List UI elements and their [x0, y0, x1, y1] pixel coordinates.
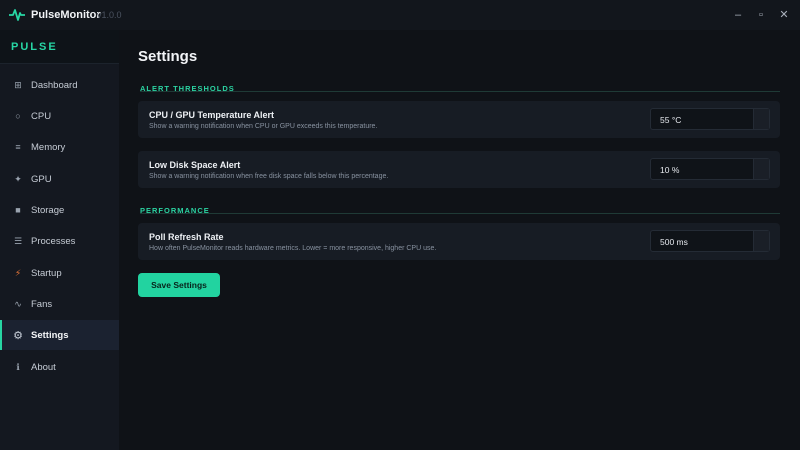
- setting-row-temperature-alert: CPU / GPU Temperature Alert Show a warni…: [138, 101, 780, 138]
- disk-space-threshold-input[interactable]: 10 %: [650, 158, 770, 180]
- gpu-icon: ✦: [14, 173, 22, 184]
- brand-header: PULSE: [0, 30, 119, 64]
- setting-description: Show a warning notification when free di…: [149, 173, 389, 180]
- sidebar-item-startup[interactable]: ⚡ Startup: [0, 258, 119, 288]
- setting-row-poll-refresh-rate: Poll Refresh Rate How often PulseMonitor…: [138, 223, 780, 260]
- section-performance: PERFORMANCE: [140, 200, 780, 215]
- setting-description: Show a warning notification when CPU or …: [149, 123, 378, 130]
- sidebar-item-label: GPU: [31, 173, 52, 185]
- sidebar: PULSE ⊞ Dashboard ○ CPU ≡ Memory ✦ GPU ■…: [0, 30, 119, 450]
- setting-description: How often PulseMonitor reads hardware me…: [149, 245, 437, 252]
- section-alert-thresholds: ALERT THRESHOLDS: [140, 78, 780, 93]
- close-button[interactable]: ✕: [777, 8, 791, 22]
- sidebar-item-gpu[interactable]: ✦ GPU: [0, 164, 119, 194]
- sidebar-item-label: CPU: [31, 110, 52, 122]
- page-title: Settings: [138, 48, 198, 65]
- info-icon: ℹ: [16, 361, 20, 372]
- sidebar-item-label: Storage: [31, 204, 65, 216]
- app-name: PulseMonitor: [31, 9, 101, 21]
- sidebar-item-dashboard[interactable]: ⊞ Dashboard: [0, 70, 119, 100]
- fan-icon: ∿: [14, 298, 22, 309]
- input-value: 10 %: [660, 165, 680, 175]
- title-bar: PulseMonitor v1.0.0 – ▫ ✕: [0, 0, 800, 30]
- setting-title: Low Disk Space Alert: [149, 160, 241, 170]
- sidebar-item-cpu[interactable]: ○ CPU: [0, 101, 119, 131]
- sidebar-item-label: Settings: [31, 329, 69, 341]
- sidebar-item-label: Startup: [31, 267, 62, 279]
- sidebar-item-label: Processes: [31, 235, 76, 247]
- processes-icon: ☰: [13, 235, 23, 246]
- pulse-logo-icon: [9, 9, 25, 21]
- dashboard-icon: ⊞: [14, 79, 22, 90]
- refresh-rate-select[interactable]: 500 ms: [650, 230, 770, 252]
- sidebar-item-label: About: [31, 361, 56, 373]
- sidebar-item-label: Fans: [31, 298, 53, 310]
- stepper-control[interactable]: [753, 109, 769, 129]
- stepper-control[interactable]: [753, 159, 769, 179]
- sidebar-item-processes[interactable]: ☰ Processes: [0, 226, 119, 256]
- storage-icon: ■: [15, 205, 21, 215]
- minimize-button[interactable]: –: [731, 8, 745, 22]
- sidebar-item-fans[interactable]: ∿ Fans: [0, 289, 119, 319]
- sidebar-item-storage[interactable]: ■ Storage: [0, 195, 119, 225]
- sidebar-item-settings[interactable]: ⚙ Settings: [0, 320, 119, 350]
- input-value: 55 °C: [660, 115, 682, 125]
- sidebar-item-label: Dashboard: [31, 79, 78, 91]
- sidebar-item-about[interactable]: ℹ About: [0, 352, 119, 382]
- setting-title: CPU / GPU Temperature Alert: [149, 110, 275, 120]
- memory-icon: ≡: [15, 142, 21, 152]
- section-heading: ALERT THRESHOLDS: [140, 84, 235, 93]
- setting-row-disk-space-alert: Low Disk Space Alert Show a warning noti…: [138, 151, 780, 188]
- lightning-icon: ⚡: [14, 267, 22, 278]
- sidebar-item-label: Memory: [31, 141, 66, 153]
- gear-icon: ⚙: [13, 329, 23, 342]
- maximize-button[interactable]: ▫: [754, 8, 768, 22]
- save-settings-button[interactable]: Save Settings: [138, 273, 220, 297]
- temperature-threshold-input[interactable]: 55 °C: [650, 108, 770, 130]
- app-version: v1.0.0: [97, 10, 122, 20]
- dropdown-control[interactable]: [753, 231, 769, 251]
- sidebar-item-memory[interactable]: ≡ Memory: [0, 132, 119, 162]
- input-value: 500 ms: [660, 237, 688, 247]
- setting-title: Poll Refresh Rate: [149, 232, 224, 242]
- brand-label: PULSE: [11, 41, 58, 53]
- section-heading: PERFORMANCE: [140, 206, 210, 215]
- cpu-icon: ○: [15, 111, 21, 121]
